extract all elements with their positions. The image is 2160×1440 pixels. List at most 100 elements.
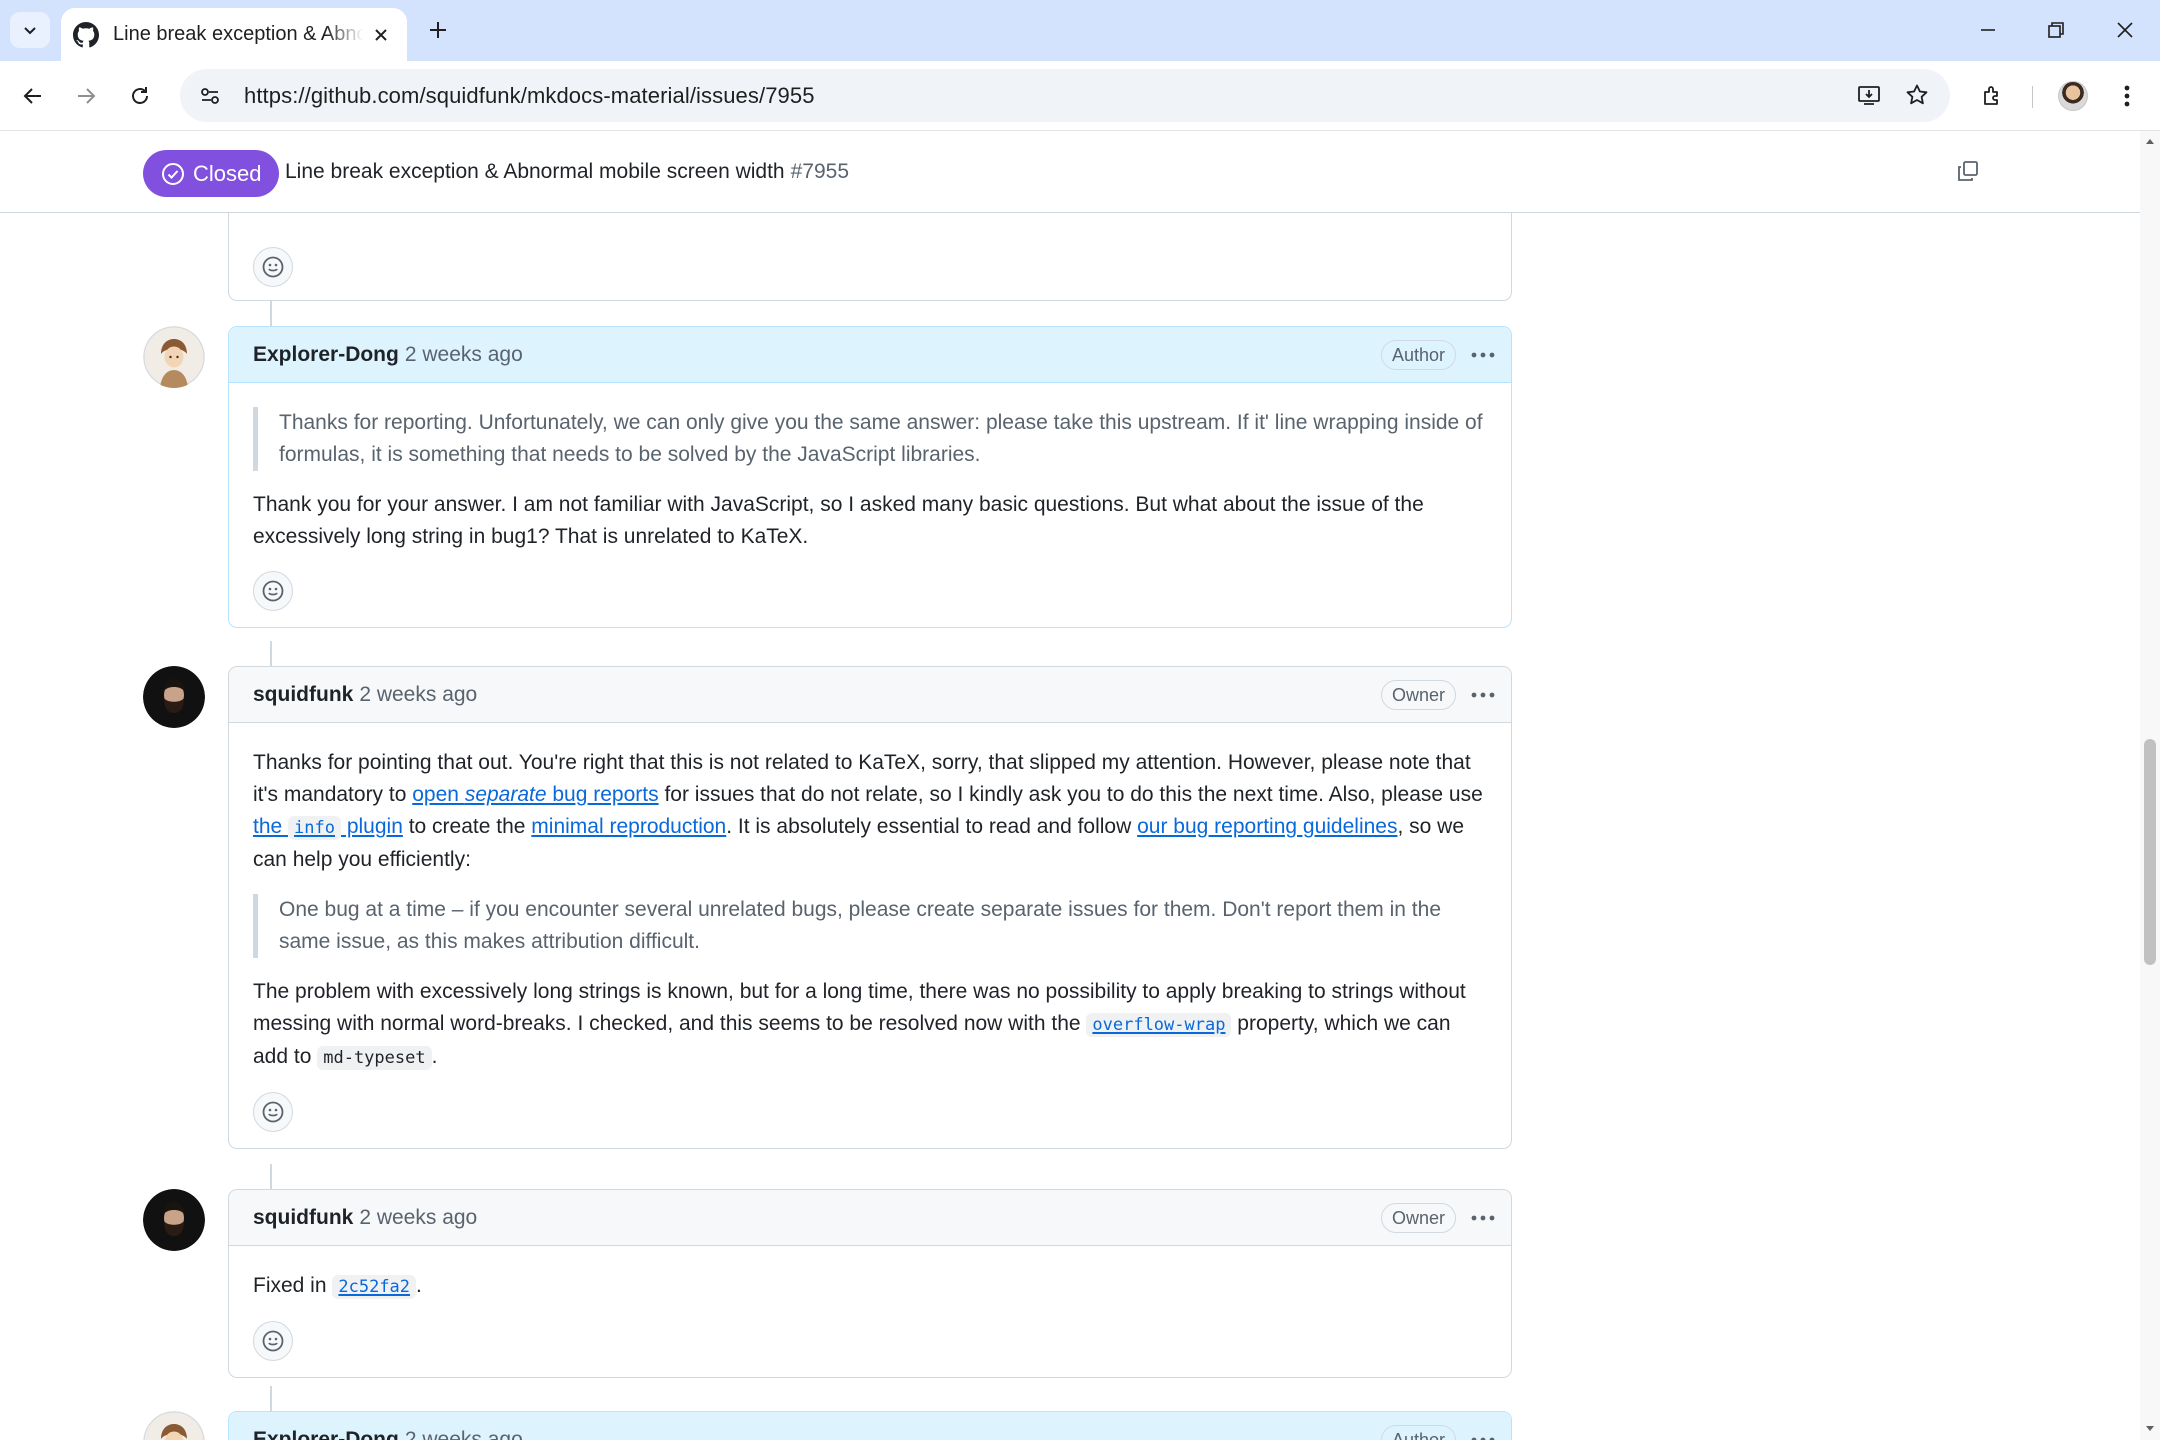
inline-code: overflow-wrap — [1086, 1013, 1232, 1037]
comment-options-kebab-icon[interactable] — [1467, 1424, 1499, 1440]
profile-avatar[interactable] — [2053, 76, 2093, 116]
scroll-down-arrow-icon[interactable] — [2144, 1423, 2156, 1435]
avatar[interactable] — [143, 326, 205, 388]
github-icon — [73, 21, 99, 47]
copy-link-icon[interactable] — [1950, 153, 1986, 189]
comment-body: Thanks for pointing that out. You're rig… — [229, 723, 1511, 1148]
avatar[interactable] — [143, 666, 205, 728]
add-reaction-smiley-icon[interactable] — [253, 1092, 293, 1132]
comment-header: Explorer-Dong 2 weeks ago Author — [229, 1412, 1511, 1440]
bookmark-star-icon[interactable] — [1897, 75, 1937, 115]
text-run: . — [431, 1045, 438, 1068]
commit-sha: 2c52fa2 — [332, 1275, 417, 1299]
page-viewport: Closed Line break exception & Abnormal m… — [0, 131, 2140, 1440]
scroll-up-arrow-icon[interactable] — [2144, 135, 2156, 147]
bug-reporting-guidelines-link[interactable]: our bug reporting guidelines — [1137, 815, 1397, 838]
minimize-icon[interactable] — [1968, 10, 2008, 50]
comment-card: Explorer-Dong 2 weeks ago Author Thanks … — [228, 326, 1512, 628]
link-text: plugin — [340, 815, 403, 838]
close-window-icon[interactable] — [2105, 10, 2145, 50]
check-circle-icon — [162, 162, 184, 185]
comment-card: Explorer-Dong 2 weeks ago Author — [228, 1411, 1512, 1440]
link-text: bug reports — [546, 783, 659, 806]
link-text-emphasis: separate — [464, 783, 547, 806]
issue-title: Line break exception & Abnormal mobile s… — [285, 160, 849, 184]
open-separate-bug-reports-link[interactable]: open separate bug reports — [412, 783, 658, 806]
avatar[interactable] — [143, 1189, 205, 1251]
comment-timestamp[interactable]: 2 weeks ago — [405, 343, 523, 367]
back-arrow-icon[interactable] — [13, 76, 53, 116]
issue-state-badge: Closed — [143, 150, 280, 197]
avatar[interactable] — [143, 1411, 205, 1440]
issue-state-label: Closed — [193, 160, 262, 186]
text-run: Fixed in — [253, 1274, 333, 1297]
comment-paragraph: Fixed in 2c52fa2. — [253, 1270, 1487, 1303]
install-app-icon[interactable] — [1849, 75, 1889, 115]
text-run: for issues that do not relate, so I kind… — [658, 783, 1483, 806]
new-tab-plus-icon[interactable] — [422, 14, 454, 46]
url-text: https://github.com/squidfunk/mkdocs-mate… — [244, 82, 815, 108]
text-run: to create the — [402, 815, 532, 838]
timeline-connector — [270, 641, 272, 666]
browser-tab-bar: Line break exception & Abnormal mobile s… — [0, 0, 2160, 61]
comment-author-link[interactable]: squidfunk — [253, 1206, 353, 1230]
comment-body: Thanks for reporting. Unfortunately, we … — [229, 383, 1511, 627]
role-badge: Author — [1380, 1425, 1456, 1440]
add-reaction-smiley-icon[interactable] — [253, 247, 293, 287]
comment-header: Explorer-Dong 2 weeks ago Author — [229, 327, 1511, 383]
toolbar-divider — [2032, 86, 2033, 108]
comment-timestamp[interactable]: 2 weeks ago — [405, 1428, 523, 1440]
minimal-reproduction-link[interactable]: minimal reproduction — [531, 815, 726, 838]
reload-icon[interactable] — [120, 76, 160, 116]
issue-number: #7955 — [790, 160, 850, 183]
info-plugin-link[interactable]: the info plugin — [253, 815, 403, 840]
role-badge: Author — [1380, 340, 1456, 370]
comment-author-link[interactable]: Explorer-Dong — [253, 1428, 399, 1440]
issue-title-text: Line break exception & Abnormal mobile s… — [285, 160, 785, 183]
comment-header: squidfunk 2 weeks ago Owner — [229, 1190, 1511, 1246]
commit-link[interactable]: 2c52fa2 — [332, 1274, 417, 1299]
inline-code: info — [288, 816, 341, 840]
chevron-down-icon — [24, 27, 36, 35]
text-run: . It is absolutely essential to read and… — [726, 815, 1138, 838]
scrollbar-thumb[interactable] — [2144, 739, 2156, 965]
restore-icon[interactable] — [2036, 10, 2076, 50]
active-tab[interactable]: Line break exception & Abnormal mobile s… — [61, 8, 407, 61]
site-info-icon[interactable] — [190, 76, 230, 116]
page-scrollbar[interactable] — [2140, 131, 2160, 1440]
comment-timestamp[interactable]: 2 weeks ago — [359, 1206, 477, 1230]
tab-title: Line break exception & Abnormal mobile s… — [113, 23, 363, 45]
timeline-connector — [270, 1164, 272, 1189]
timeline-connector — [270, 1386, 272, 1411]
text-run: . — [416, 1274, 422, 1297]
timeline-connector — [270, 301, 272, 326]
role-badge: Owner — [1380, 680, 1456, 710]
browser-menu-kebab-icon[interactable] — [2107, 76, 2147, 116]
address-bar[interactable]: https://github.com/squidfunk/mkdocs-mate… — [180, 69, 1950, 122]
comment-options-kebab-icon[interactable] — [1467, 339, 1499, 371]
tab-search-button[interactable] — [10, 12, 50, 48]
comment-paragraph: Thanks for pointing that out. You're rig… — [253, 747, 1487, 876]
blockquote: Thanks for reporting. Unfortunately, we … — [253, 407, 1487, 471]
browser-toolbar: https://github.com/squidfunk/mkdocs-mate… — [0, 61, 2160, 131]
link-text: open — [412, 783, 465, 806]
comment-header: squidfunk 2 weeks ago Owner — [229, 667, 1511, 723]
add-reaction-smiley-icon[interactable] — [253, 1321, 293, 1361]
role-badge: Owner — [1380, 1203, 1456, 1233]
comment-paragraph: Thank you for your answer. I am not fami… — [253, 493, 1424, 548]
extensions-puzzle-icon[interactable] — [1973, 76, 2013, 116]
blockquote: One bug at a time – if you encounter sev… — [253, 894, 1487, 958]
comment-card: squidfunk 2 weeks ago Owner Thanks for p… — [228, 666, 1512, 1149]
add-reaction-smiley-icon[interactable] — [253, 571, 293, 611]
inline-code: md-typeset — [317, 1046, 432, 1070]
comment-body: Fixed in 2c52fa2. — [229, 1246, 1511, 1377]
comment-options-kebab-icon[interactable] — [1467, 679, 1499, 711]
comment-card: squidfunk 2 weeks ago Owner Fixed in 2c5… — [228, 1189, 1512, 1378]
comment-author-link[interactable]: Explorer-Dong — [253, 343, 399, 367]
comment-timestamp[interactable]: 2 weeks ago — [359, 683, 477, 707]
overflow-wrap-link[interactable]: overflow-wrap — [1086, 1012, 1232, 1037]
comment-options-kebab-icon[interactable] — [1467, 1202, 1499, 1234]
close-tab-icon[interactable] — [369, 23, 393, 47]
comment-author-link[interactable]: squidfunk — [253, 683, 353, 707]
forward-arrow-icon[interactable] — [66, 76, 106, 116]
